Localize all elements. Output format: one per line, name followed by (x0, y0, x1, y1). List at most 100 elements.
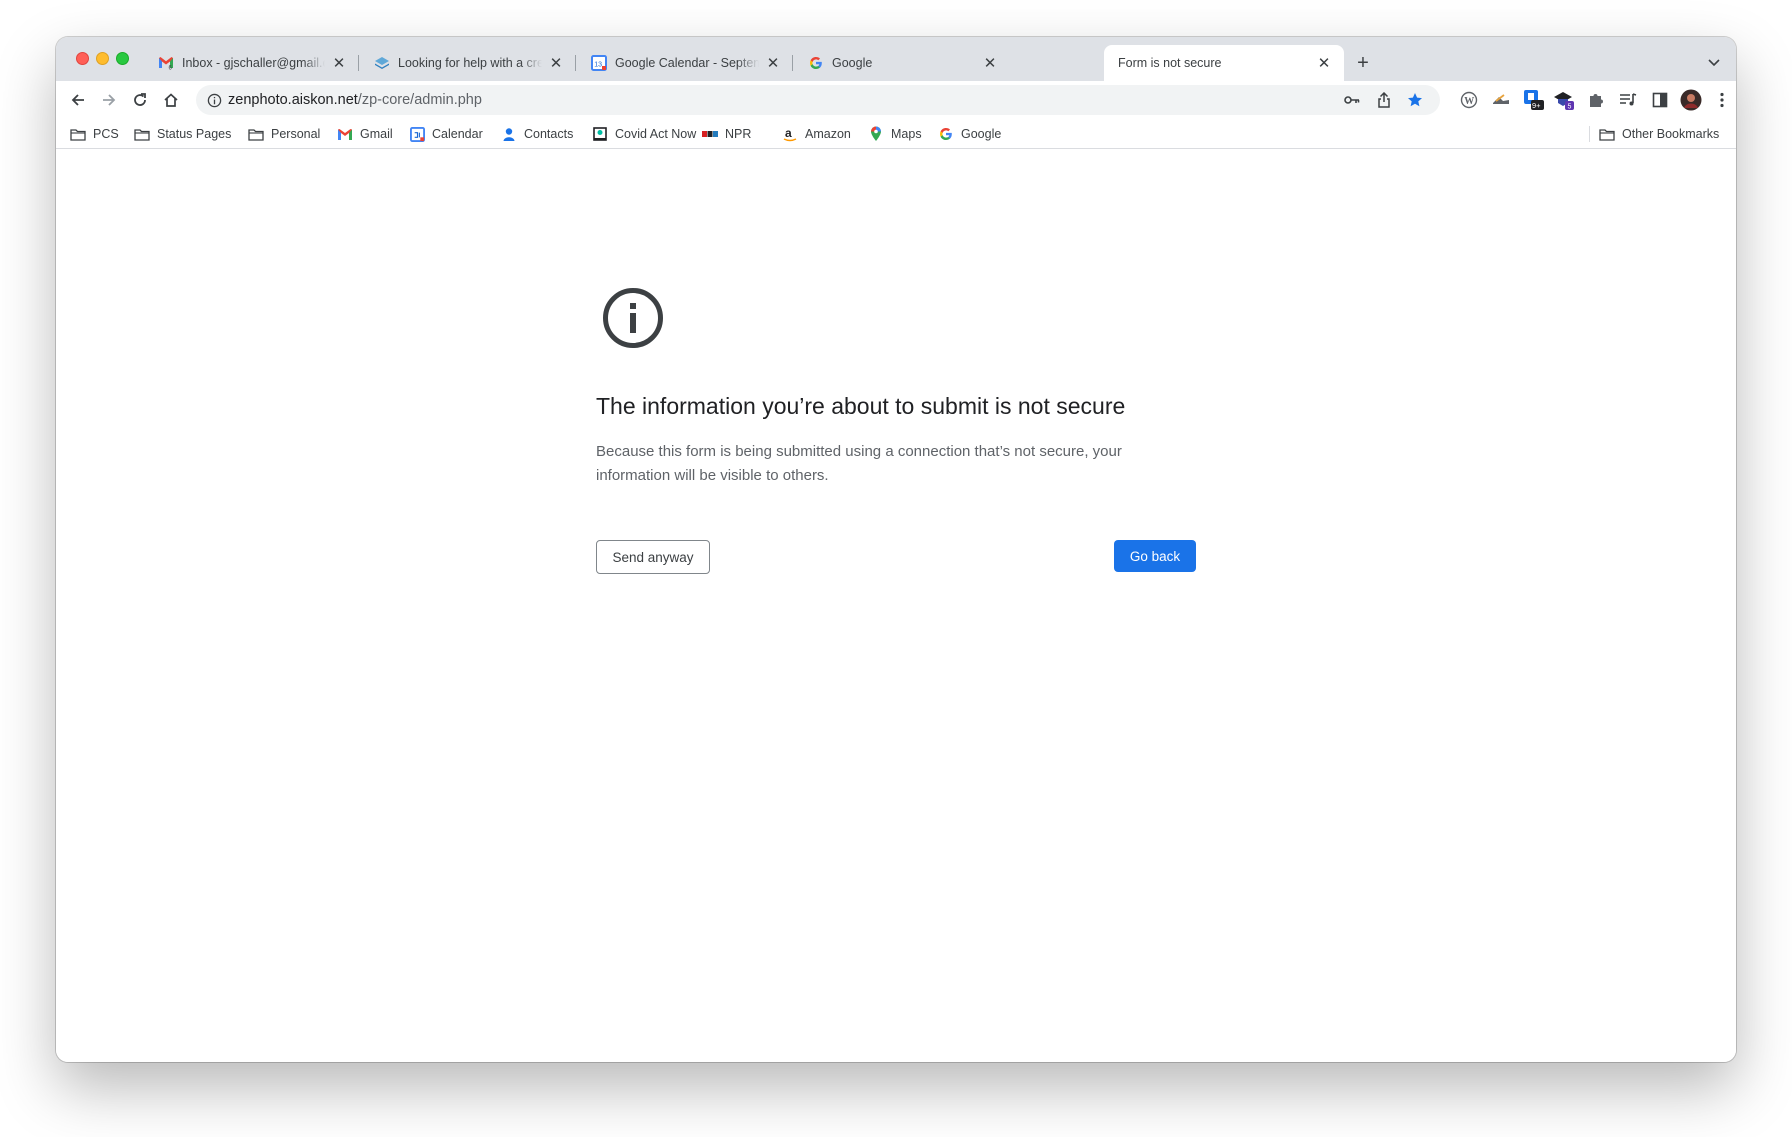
tab-google[interactable]: Google ✕ (794, 45, 1010, 81)
calendar-icon (409, 126, 425, 142)
tab-separator (792, 55, 793, 71)
page-title: The information you’re about to submit i… (596, 393, 1126, 419)
home-icon (164, 93, 178, 107)
covid-act-now-icon (592, 126, 608, 142)
folder-icon (134, 126, 150, 142)
more-menu-icon[interactable] (1711, 89, 1733, 111)
maps-icon (868, 126, 884, 142)
share-icon[interactable] (1374, 90, 1394, 110)
extension-badge-icon[interactable]: 9+ (1522, 89, 1544, 111)
bookmark-maps[interactable]: Maps (868, 124, 922, 144)
reload-button[interactable] (127, 87, 153, 113)
bookmark-status-pages[interactable]: Status Pages (134, 124, 231, 144)
bookmark-personal[interactable]: Personal (248, 124, 320, 144)
bookmark-pcs[interactable]: PCS (70, 124, 119, 144)
address-bar[interactable]: zenphoto.aiskon.net/zp-core/admin.php (196, 85, 1440, 115)
tab-inbox[interactable]: 6 Inbox - gjschaller@gmail.com - Gmail ✕ (144, 45, 359, 81)
close-window-button[interactable] (76, 52, 89, 65)
avatar[interactable] (1680, 89, 1702, 111)
bookmark-google[interactable]: Google (938, 124, 1001, 144)
tab-form-not-secure[interactable]: Form is not secure ✕ (1104, 45, 1344, 81)
close-icon[interactable]: ✕ (765, 55, 781, 72)
tab-title: Google (832, 56, 873, 70)
wordpress-icon[interactable]: W (1458, 89, 1480, 111)
npr-icon (702, 126, 718, 142)
bookmark-amazon[interactable]: a Amazon (782, 124, 851, 144)
close-icon[interactable]: ✕ (982, 55, 998, 72)
gmail-icon (337, 126, 353, 142)
bookmarks-divider (1589, 126, 1590, 142)
bookmark-star-icon[interactable] (1405, 90, 1425, 110)
url-text[interactable]: zenphoto.aiskon.net/zp-core/admin.php (228, 85, 482, 115)
bookmark-label: Google (961, 127, 1002, 141)
contacts-icon (501, 126, 517, 142)
arrow-left-icon (71, 94, 84, 106)
info-icon[interactable] (206, 92, 222, 108)
shoe-extension-icon[interactable] (1490, 89, 1512, 111)
go-back-button[interactable]: Go back (1114, 540, 1196, 572)
bookmark-label: Status Pages (157, 127, 232, 141)
bookmark-gmail[interactable]: Gmail (337, 124, 393, 144)
puzzle-icon[interactable] (1585, 89, 1607, 111)
tab-title: Google Calendar - September 2022 (615, 56, 759, 70)
bookmark-label: Gmail (360, 127, 393, 141)
svg-text:W: W (1464, 96, 1474, 107)
graduation-cap-icon[interactable]: 5 (1553, 89, 1575, 111)
bookmark-covid-act-now[interactable]: Covid Act Now (592, 124, 696, 144)
tab-google-calendar[interactable]: 13 Google Calendar - September 2022 ✕ (577, 45, 793, 81)
tab-title: Inbox - gjschaller@gmail.com - Gmail (182, 56, 325, 70)
browser-window: 6 Inbox - gjschaller@gmail.com - Gmail ✕… (56, 37, 1736, 1062)
chevron-down-icon[interactable] (1704, 53, 1724, 73)
svg-text:13: 13 (594, 62, 602, 69)
reload-icon (134, 93, 146, 106)
back-button[interactable] (65, 87, 91, 113)
minimize-window-button[interactable] (96, 52, 109, 65)
toolbar: zenphoto.aiskon.net/zp-core/admin.php W … (56, 81, 1736, 119)
bookmark-label: Amazon (805, 127, 851, 141)
bookmarks-bar: PCS Status Pages Personal Gmail Calendar… (56, 119, 1736, 149)
tab-looking-for-help[interactable]: Looking for help with a creation ✕ (360, 45, 576, 81)
bookmark-label: NPR (725, 127, 752, 141)
bookmark-label: PCS (93, 127, 119, 141)
bookmark-label: Personal (271, 127, 321, 141)
new-tab-button[interactable]: + (1351, 51, 1375, 75)
tab-strip: 6 Inbox - gjschaller@gmail.com - Gmail ✕… (56, 37, 1736, 81)
folder-icon (248, 126, 264, 142)
bookmark-label: Calendar (432, 127, 483, 141)
close-icon[interactable]: ✕ (331, 55, 347, 72)
bookmark-other-bookmarks[interactable]: Other Bookmarks (1599, 124, 1719, 144)
bookmark-label: Contacts (524, 127, 574, 141)
bookmark-npr[interactable]: NPR (702, 124, 751, 144)
bookmark-contacts[interactable]: Contacts (501, 124, 573, 144)
bookmark-label: Covid Act Now (615, 127, 697, 141)
zoom-window-button[interactable] (116, 52, 129, 65)
bookmark-calendar[interactable]: Calendar (409, 124, 483, 144)
key-icon[interactable] (1342, 90, 1362, 110)
close-icon[interactable]: ✕ (1316, 55, 1332, 72)
amazon-icon: a (782, 126, 798, 142)
info-icon (603, 288, 663, 348)
stack-icon (374, 55, 390, 71)
media-queue-icon[interactable] (1617, 89, 1639, 111)
send-anyway-button[interactable]: Send anyway (596, 540, 710, 574)
interstitial-page: The information you’re about to submit i… (56, 149, 1736, 1062)
google-icon (938, 126, 954, 142)
side-panel-icon[interactable] (1649, 89, 1671, 111)
svg-text:a: a (785, 127, 792, 140)
gmail-icon: 6 (158, 55, 174, 71)
arrow-right-icon (103, 94, 116, 106)
warning-description: Because this form is being submitted usi… (596, 443, 1122, 484)
tab-separator (575, 55, 576, 71)
google-icon (808, 55, 824, 71)
svg-text:5: 5 (1568, 104, 1572, 111)
bookmark-label: Maps (891, 127, 922, 141)
tab-title: Form is not secure (1118, 56, 1222, 70)
folder-icon (70, 126, 86, 142)
folder-icon (1599, 126, 1615, 142)
url-path: /zp-core/admin.php (357, 92, 482, 108)
tab-title: Looking for help with a creation (398, 56, 542, 70)
forward-button[interactable] (96, 87, 122, 113)
home-button[interactable] (158, 87, 184, 113)
url-host: zenphoto.aiskon.net (228, 92, 358, 108)
close-icon[interactable]: ✕ (548, 55, 564, 72)
